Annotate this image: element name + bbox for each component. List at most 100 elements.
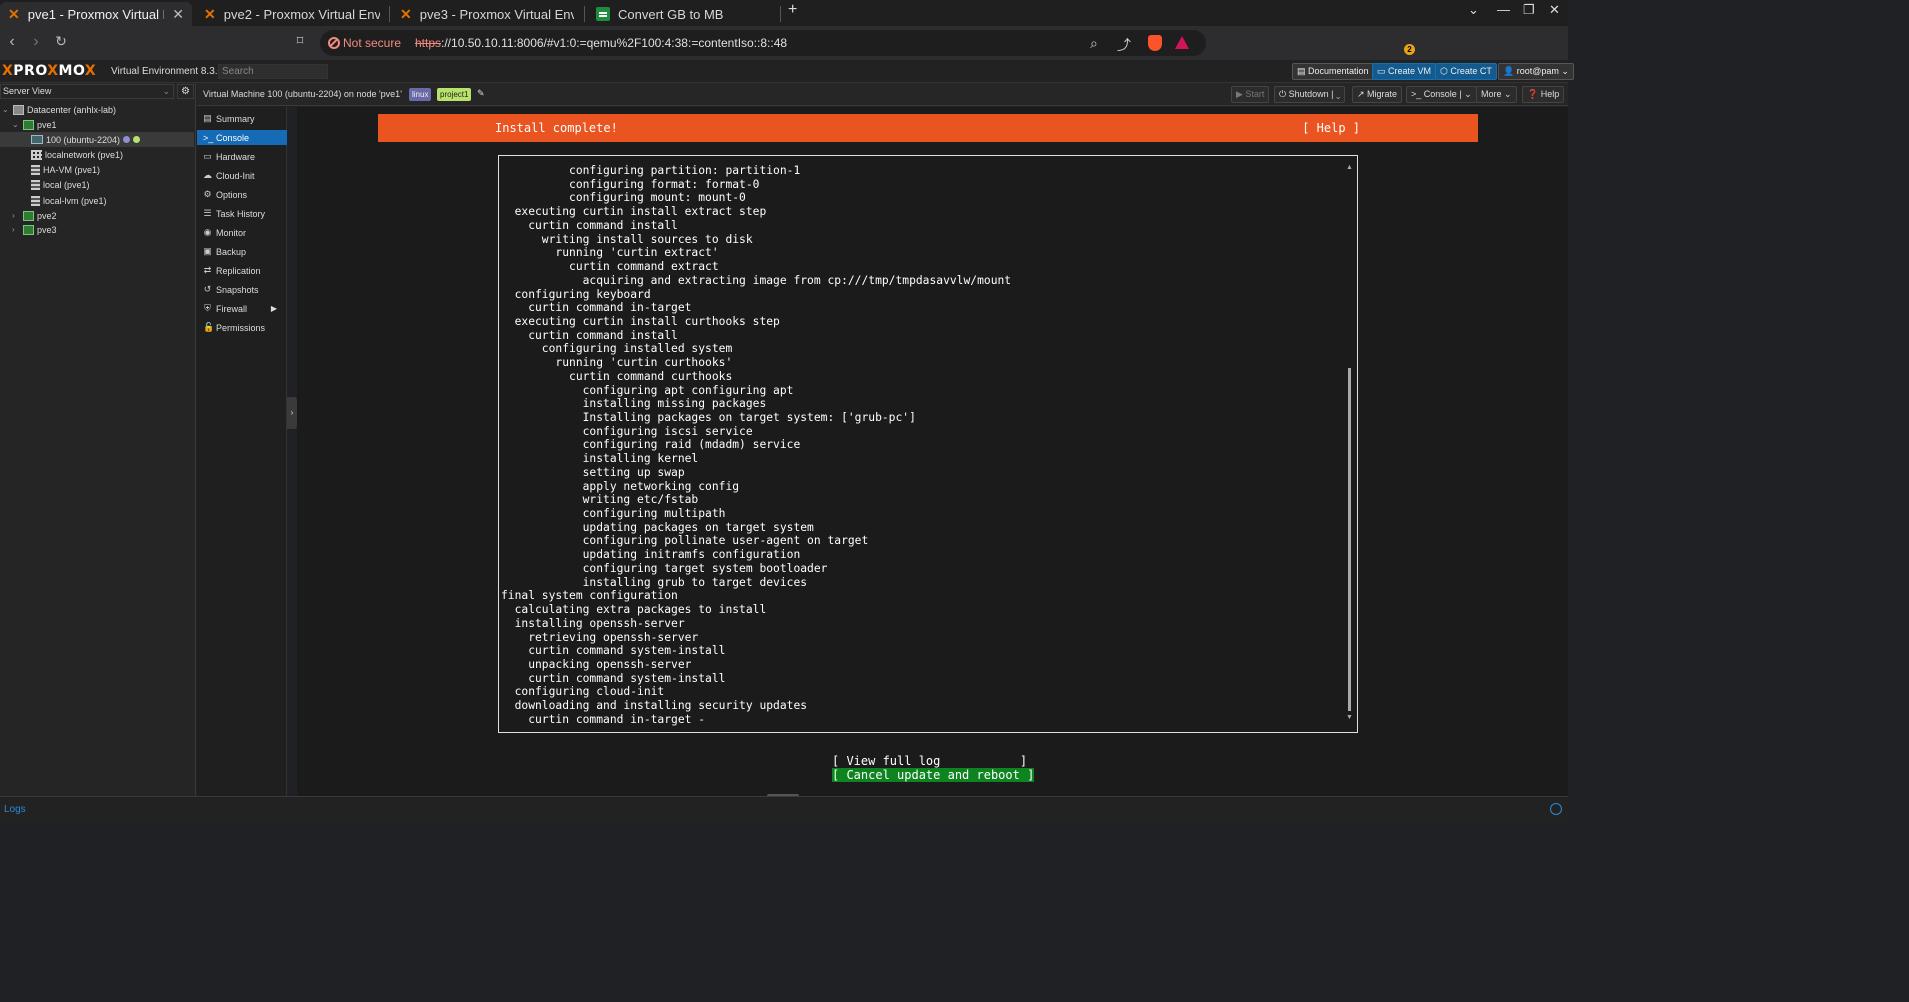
- log-line: running 'curtin extract': [501, 246, 719, 260]
- not-secure-label[interactable]: Not secure: [343, 36, 401, 50]
- shutdown-button[interactable]: ⏻ Shutdown | ⌄: [1274, 86, 1346, 103]
- menu-monitor[interactable]: ◉ Monitor: [197, 225, 287, 240]
- log-line: configuring installed system: [501, 342, 733, 356]
- log-line: installing grub to target devices: [501, 575, 808, 589]
- tree-storage-ha-vm[interactable]: HA-VM (pve1): [31, 162, 100, 177]
- expand-icon[interactable]: ›: [12, 211, 20, 220]
- create-ct-button[interactable]: ⬡ Create CT: [1435, 63, 1497, 80]
- menu-options[interactable]: ⚙ Options: [197, 187, 287, 202]
- proxmox-favicon-icon: ✕: [8, 5, 20, 22]
- list-icon: ☰: [203, 208, 212, 218]
- create-vm-button[interactable]: ▭ Create VM: [1372, 63, 1437, 80]
- collapse-icon[interactable]: ⌄: [12, 120, 20, 129]
- back-icon[interactable]: ‹: [2, 33, 22, 51]
- window-close-icon[interactable]: ✕: [1549, 2, 1560, 18]
- maximize-icon[interactable]: ❐: [1523, 2, 1535, 18]
- logs-label[interactable]: Logs: [4, 804, 26, 815]
- menu-permissions[interactable]: 🔓 Permissions: [197, 320, 287, 335]
- more-button[interactable]: More ⌄: [1476, 86, 1517, 103]
- tree-label: 100 (ubuntu-2204): [46, 134, 121, 145]
- log-line: curtin command system-install: [501, 644, 726, 658]
- menu-cloud-init[interactable]: ☁ Cloud-Init: [197, 168, 287, 183]
- tree-datacenter[interactable]: ⌄ Datacenter (anhlx-lab): [2, 102, 116, 117]
- log-line: writing etc/fstab: [501, 493, 699, 507]
- log-line: executing curtin install extract step: [501, 205, 767, 219]
- start-button[interactable]: ▶ Start: [1231, 86, 1270, 103]
- cloud-icon: ☁: [203, 170, 212, 180]
- shield-icon: ⛨: [204, 303, 211, 313]
- forward-icon[interactable]: ›: [26, 33, 46, 51]
- expand-icon[interactable]: ›: [12, 225, 20, 234]
- installer-help-button[interactable]: [ Help ]: [1302, 121, 1360, 135]
- logs-panel-bar[interactable]: Logs: [0, 796, 1568, 823]
- tree-localnetwork[interactable]: localnetwork (pve1): [31, 147, 123, 162]
- documentation-button[interactable]: ▤ Documentation: [1292, 63, 1374, 80]
- extension-badge: 2: [1404, 44, 1415, 55]
- reload-icon[interactable]: ↻: [51, 33, 71, 50]
- collapse-icon[interactable]: ⌄: [2, 105, 10, 114]
- tab-pve1[interactable]: ✕ pve1 - Proxmox Virtual Environment ✕: [0, 2, 192, 26]
- migrate-button[interactable]: ↗ Migrate: [1352, 86, 1403, 103]
- brave-shields-icon[interactable]: [1148, 35, 1162, 51]
- share-icon[interactable]: ⤴: [1117, 35, 1131, 55]
- tab-pve2[interactable]: ✕ pve2 - Proxmox Virtual Environment: [196, 2, 388, 26]
- cancel-update-reboot-button[interactable]: [ Cancel update and reboot ]: [832, 768, 1035, 782]
- bookmark-icon[interactable]: ⌑: [290, 33, 310, 49]
- menu-replication[interactable]: ⇄ Replication: [197, 263, 287, 278]
- menu-summary[interactable]: ▤ Summary: [197, 111, 287, 126]
- submenu-arrow-icon: ▶: [270, 304, 277, 313]
- tag-project1: project1: [437, 88, 472, 101]
- eye-icon: ◉: [203, 227, 212, 237]
- zoom-icon[interactable]: ⌕: [1090, 35, 1098, 52]
- expand-logs-icon[interactable]: [1550, 803, 1562, 815]
- panel-collapse-handle[interactable]: ›: [287, 397, 297, 429]
- view-full-log-button[interactable]: [ View full log ]: [832, 754, 1027, 768]
- menu-task-history[interactable]: ☰ Task History: [197, 206, 287, 221]
- view-selector[interactable]: Server View ⌄: [0, 84, 174, 99]
- log-line: writing install sources to disk: [501, 232, 753, 246]
- vm-icon: [31, 135, 43, 144]
- gear-icon[interactable]: ⚙: [177, 84, 194, 99]
- new-tab-button[interactable]: +: [788, 1, 797, 19]
- tree-node-pve2[interactable]: › pve2: [12, 208, 57, 223]
- tab-close-icon[interactable]: ✕: [172, 6, 184, 23]
- help-button[interactable]: ❓ Help: [1522, 86, 1565, 103]
- tree-node-pve3[interactable]: › pve3: [12, 222, 57, 237]
- tree-vm-100[interactable]: 100 (ubuntu-2204): [0, 132, 194, 147]
- search-input[interactable]: Search: [218, 64, 328, 79]
- tab-list-chevron-icon[interactable]: ⌄: [1468, 2, 1479, 18]
- address-bar[interactable]: Not secure https://10.50.10.11:8006/#v1:…: [320, 30, 1206, 56]
- menu-hardware[interactable]: ▭ Hardware: [197, 149, 287, 164]
- monitor-icon: ▭: [203, 151, 212, 161]
- menu-backup[interactable]: ▣ Backup: [197, 244, 287, 259]
- vm-menu: ▤ Summary >_ Console ▭ Hardware ☁ Cloud-Init…: [197, 107, 287, 796]
- tree-label: Datacenter (anhlx-lab): [27, 104, 117, 115]
- console-button[interactable]: >_ Console | ⌄: [1406, 86, 1477, 103]
- log-line: updating packages on target system: [501, 520, 814, 534]
- installer-header: Install complete! [ Help ]: [378, 114, 1478, 142]
- menu-firewall[interactable]: ⛨ Firewall ▶: [197, 301, 287, 316]
- user-menu-button[interactable]: 👤 root@pam ⌄: [1498, 63, 1574, 80]
- tree-node-pve1[interactable]: ⌄ pve1: [12, 117, 57, 132]
- menu-snapshots[interactable]: ↺ Snapshots: [197, 282, 287, 297]
- log-line: apply networking config: [501, 479, 740, 493]
- log-line: configuring cloud-init: [501, 685, 665, 699]
- edit-tags-pencil-icon[interactable]: ✎: [477, 88, 485, 99]
- scroll-down-icon[interactable]: ▼: [1346, 714, 1353, 721]
- log-line: configuring mount: mount-0: [501, 191, 746, 205]
- log-scrollbar-thumb[interactable]: [1348, 368, 1351, 711]
- scroll-up-icon[interactable]: ▲: [1346, 164, 1353, 171]
- menu-console[interactable]: >_ Console: [197, 130, 287, 145]
- brave-rewards-icon[interactable]: [1175, 36, 1189, 49]
- tab-pve3[interactable]: ✕ pve3 - Proxmox Virtual Environment: [392, 2, 582, 26]
- minimize-icon[interactable]: —: [1497, 2, 1510, 17]
- tab-convert[interactable]: Convert GB to MB: [588, 2, 778, 26]
- resource-tree-panel: Server View ⌄ ⚙ ⌄ Datacenter (anhlx-lab) …: [0, 83, 196, 796]
- url-text[interactable]: https://10.50.10.11:8006/#v1:0:=qemu%2F1…: [415, 36, 787, 50]
- terminal-icon: >_: [203, 132, 214, 143]
- tag-dot-project1: [133, 136, 141, 143]
- log-line: acquiring and extracting image from cp:/…: [501, 273, 1012, 287]
- tree-storage-local[interactable]: local (pve1): [31, 177, 90, 192]
- tree-storage-local-lvm[interactable]: local-lvm (pve1): [31, 193, 107, 208]
- log-line: configuring partition: partition-1: [501, 164, 801, 177]
